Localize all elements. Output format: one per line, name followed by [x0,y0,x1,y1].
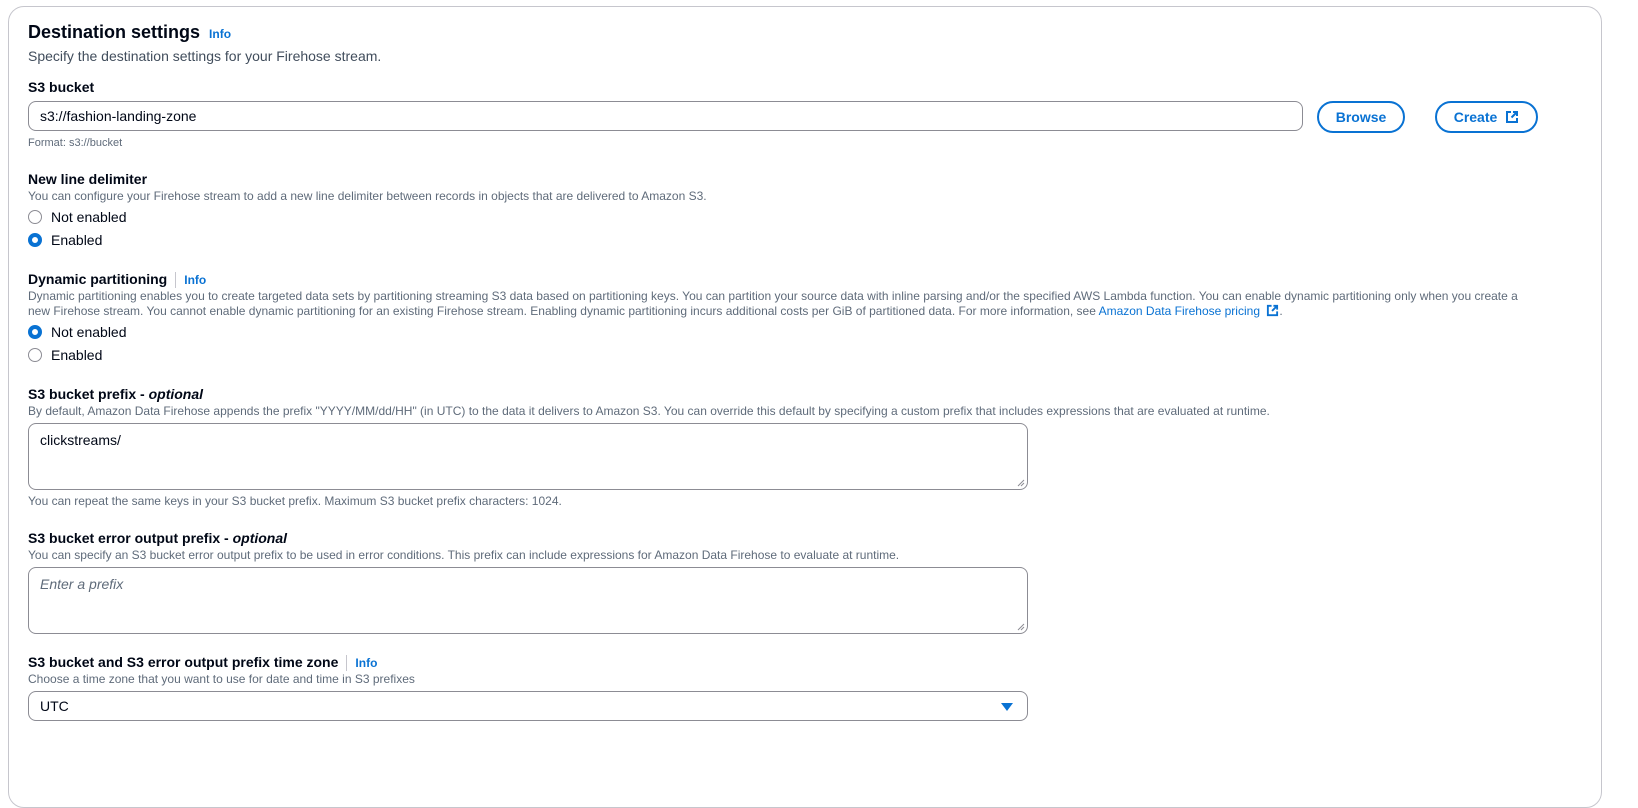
s3-prefix-description: By default, Amazon Data Firehose appends… [28,404,1270,418]
dynamic-partitioning-option-enabled[interactable]: Enabled [28,347,102,363]
dynamic-partitioning-info-link[interactable]: Info [184,273,206,287]
s3-error-prefix-placeholder: Enter a prefix [40,576,124,592]
radio-button[interactable] [28,210,42,224]
new-line-delimiter-option-not-enabled[interactable]: Not enabled [28,209,127,225]
s3-prefix-label: S3 bucket prefix - optional [28,386,203,402]
section-description: Specify the destination settings for you… [28,48,382,64]
dynamic-partitioning-description-text: new Firehose stream. You cannot enable d… [28,304,1099,319]
option-label: Not enabled [51,209,127,225]
radio-button[interactable] [28,348,42,362]
resize-handle-icon[interactable] [1017,479,1025,487]
s3-error-prefix-description: You can specify an S3 bucket error outpu… [28,548,900,562]
section-info-link[interactable]: Info [209,27,231,41]
optional-tag: optional [148,386,204,402]
time-zone-description: Choose a time zone that you want to use … [28,672,415,686]
divider [346,655,348,672]
s3-bucket-value: s3://fashion-landing-zone [40,108,197,124]
time-zone-info-link[interactable]: Info [355,656,377,670]
option-label: Enabled [51,347,103,363]
new-line-delimiter-option-enabled[interactable]: Enabled [28,232,102,248]
firehose-pricing-link[interactable]: Amazon Data Firehose pricing [1099,304,1280,318]
create-button-label: Create [1453,109,1498,125]
external-link-icon [1505,110,1519,124]
s3-prefix-textarea[interactable]: clickstreams/ [28,423,1028,490]
caret-down-icon [1001,703,1013,711]
external-link-icon [1266,304,1279,320]
browse-button[interactable]: Browse [1317,101,1405,133]
dynamic-partitioning-description-line1: Dynamic partitioning enables you to crea… [28,289,1518,303]
s3-error-prefix-textarea[interactable]: Enter a prefix [28,567,1028,634]
new-line-delimiter-description: You can configure your Firehose stream t… [28,189,707,203]
dynamic-partitioning-label: Dynamic partitioning Info [28,271,206,289]
time-zone-value: UTC [40,698,69,714]
s3-prefix-label-text: S3 bucket prefix - [28,386,149,402]
dynamic-partitioning-option-not-enabled[interactable]: Not enabled [28,324,127,340]
resize-handle-icon[interactable] [1017,623,1025,631]
new-line-delimiter-label: New line delimiter [28,171,148,187]
dynamic-partitioning-description-line2: new Firehose stream. You cannot enable d… [28,304,1283,319]
s3-bucket-input[interactable]: s3://fashion-landing-zone [28,101,1303,131]
s3-prefix-hint: You can repeat the same keys in your S3 … [28,494,562,508]
option-label: Not enabled [51,324,127,340]
section-title-text: Destination settings [28,22,201,42]
s3-bucket-format-hint: Format: s3://bucket [28,137,123,149]
time-zone-select[interactable]: UTC [28,691,1028,721]
dynamic-partitioning-label-text: Dynamic partitioning [28,271,168,287]
divider [175,272,177,289]
time-zone-label-text: S3 bucket and S3 error output prefix tim… [28,654,339,670]
create-button[interactable]: Create [1435,101,1538,133]
s3-prefix-value: clickstreams/ [40,432,121,448]
firehose-pricing-link-text: Amazon Data Firehose pricing [1098,304,1260,319]
optional-tag: optional [232,530,288,546]
radio-button-selected[interactable] [28,325,42,339]
s3-error-prefix-label-text: S3 bucket error output prefix - [28,530,233,546]
time-zone-label: S3 bucket and S3 error output prefix tim… [28,654,377,672]
s3-error-prefix-label: S3 bucket error output prefix - optional [28,530,287,546]
browse-button-label: Browse [1335,109,1387,125]
radio-button-selected[interactable] [28,233,42,247]
option-label: Enabled [51,232,103,248]
s3-bucket-label: S3 bucket [28,79,95,95]
section-title: Destination settings Info [28,22,231,43]
